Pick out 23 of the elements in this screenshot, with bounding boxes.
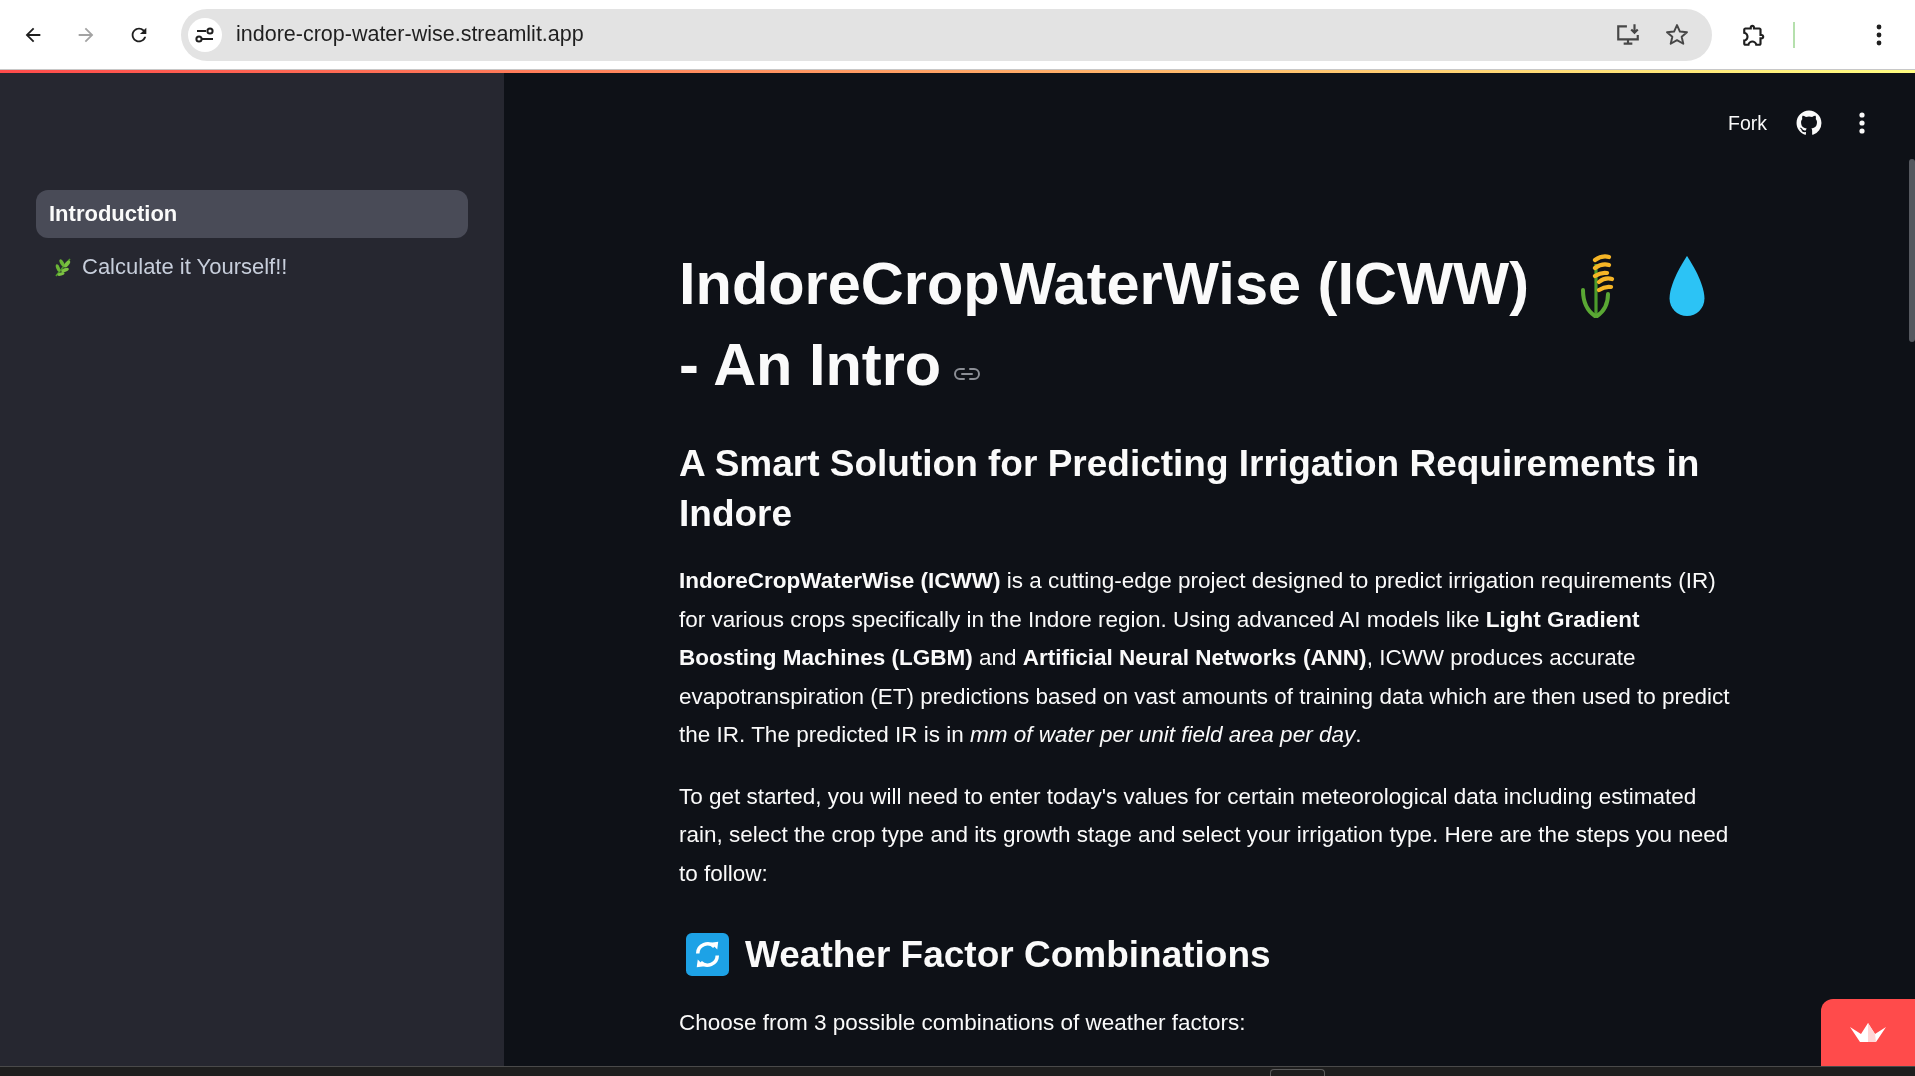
section-heading: Weather Factor Combinations <box>745 932 1271 977</box>
more-menu-icon[interactable] <box>1858 111 1866 135</box>
paragraph: Choose from 3 possible combinations of weather factors: <box>679 1008 1247 1037</box>
star-icon[interactable] <box>1664 21 1690 48</box>
paragraph: IndoreCropWaterWise (ICWW) is a cutting-edge project designed to predict irrigation requirements (IR) for various crops specifically in the Indore region. Using advanced AI models like Light Gradient Boosting Machines (LGBM) and Artificial Neural Networks (ANN), ICWW produces accurate evapotranspiration (ET) predictions based on vast amounts of training data which are then used to predict the IR. The predicted IR is in mm of water per unit field area per day. <box>679 567 1731 750</box>
more-menu-icon[interactable] <box>1875 22 1883 47</box>
circular-arrows-icon <box>686 933 729 977</box>
nav-item[interactable]: Calculate it Yourself!! <box>36 243 468 291</box>
taskbar-item[interactable] <box>1270 1069 1325 1076</box>
sliders-icon[interactable] <box>188 17 222 52</box>
subtitle: A Smart Solution for Predicting Irrigation Requirements in Indore <box>679 442 1701 537</box>
paragraph: To get started, you will need to enter today's values for certain meteorological data including estimated rain, select the crop type and its growth stage and select your irrigation type. Here are the steps you need to follow: <box>679 782 1730 888</box>
address-bar[interactable]: indore-crop-water-wise.streamlit.app <box>181 8 1712 61</box>
scrollbar-thumb[interactable] <box>1909 159 1915 342</box>
link-icon[interactable] <box>953 366 982 381</box>
fork-link[interactable]: Fork <box>1728 111 1767 135</box>
page-title: - An Intro <box>679 330 942 398</box>
corner-button[interactable] <box>1821 999 1915 1066</box>
page-title: IndoreCropWaterWise (ICWW) <box>679 250 1530 317</box>
leaf-sprig-icon <box>53 257 73 277</box>
url-text: indore-crop-water-wise.streamlit.app <box>236 22 584 47</box>
monitor-download-icon[interactable] <box>1615 21 1641 48</box>
nav-item[interactable]: Introduction <box>36 190 468 238</box>
